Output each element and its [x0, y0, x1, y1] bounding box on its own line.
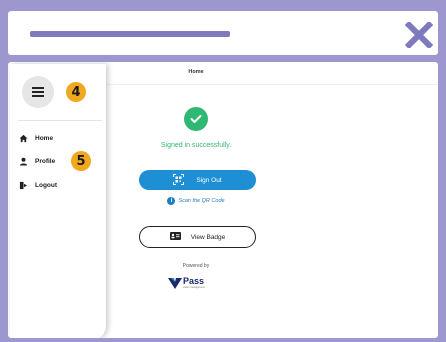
sidebar-item-logout[interactable]: Logout — [18, 177, 98, 193]
scan-qr-label: Scan the QR Code — [178, 198, 225, 204]
user-icon — [18, 156, 28, 166]
app-window: 4 Home Profile 5 Logout Home Signed in s… — [8, 62, 438, 338]
app-frame: 4 Home Profile 5 Logout Home Signed in s… — [0, 0, 446, 342]
sign-out-label: Sign Out — [196, 176, 222, 184]
logout-icon — [18, 180, 28, 190]
view-badge-label: View Badge — [190, 233, 226, 241]
callout-badge-menu: 4 — [66, 82, 86, 102]
sidebar-item-label: Logout — [35, 181, 58, 189]
title-bar — [8, 11, 438, 55]
sidebar: 4 Home Profile 5 Logout — [10, 64, 106, 338]
title-placeholder — [30, 31, 230, 37]
header-divider — [106, 84, 438, 85]
pass-logo-mark-icon — [168, 278, 182, 289]
info-icon: i — [167, 197, 176, 205]
sidebar-item-label: Profile — [35, 157, 56, 165]
hamburger-menu-icon[interactable] — [22, 76, 54, 108]
sidebar-item-home[interactable]: Home — [18, 130, 98, 146]
logo-text: Pass — [183, 276, 205, 286]
qr-code-icon — [173, 173, 185, 187]
page-title: Home — [188, 69, 204, 75]
pass-logo: Pass visitor management — [168, 274, 228, 292]
callout-badge-profile: 5 — [71, 151, 91, 171]
close-icon[interactable] — [404, 22, 434, 48]
id-card-icon — [169, 232, 181, 242]
sidebar-divider — [18, 120, 102, 121]
success-message: Signed in successfully. — [160, 142, 232, 149]
home-icon — [18, 133, 28, 143]
check-circle-icon — [184, 107, 208, 131]
main-content: Home Signed in successfully. Sign Out i … — [106, 62, 438, 338]
view-badge-button[interactable]: View Badge — [139, 226, 256, 248]
logo-subtext: visitor management — [183, 286, 205, 289]
sign-out-button[interactable]: Sign Out — [139, 170, 256, 190]
powered-by-text: Powered by — [182, 263, 210, 269]
sidebar-item-label: Home — [35, 134, 54, 142]
scan-qr-hint: i Scan the QR Code — [106, 197, 286, 205]
